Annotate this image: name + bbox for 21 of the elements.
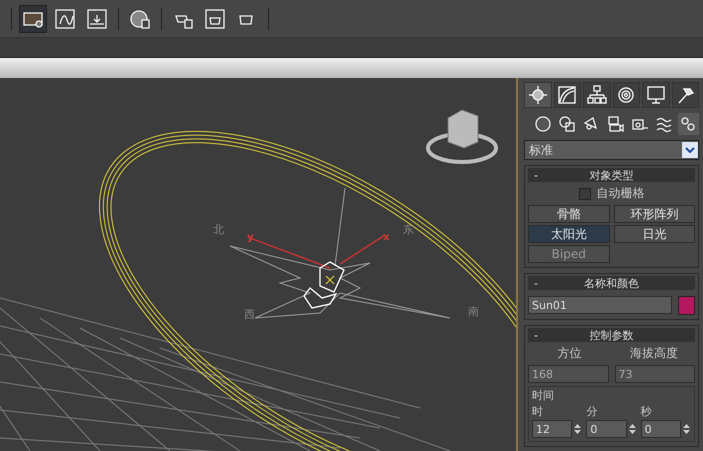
- object-button[interactable]: 骨骼: [528, 205, 610, 223]
- spinner-field[interactable]: 0: [586, 420, 627, 438]
- spinner-field[interactable]: 12: [532, 420, 572, 438]
- checkbox-label: 自动栅格: [596, 185, 644, 202]
- rollout-header[interactable]: - 对象类型: [528, 168, 695, 182]
- spinner-label: 秒: [640, 404, 653, 419]
- rollout-header[interactable]: - 控制参数: [528, 328, 695, 342]
- azimuth-field[interactable]: 168: [528, 365, 608, 383]
- object-button[interactable]: 太阳光: [528, 225, 610, 243]
- field-label: 方位: [556, 345, 582, 362]
- object-button[interactable]: 环形阵列: [614, 205, 695, 223]
- spinner-field[interactable]: 0: [640, 420, 681, 438]
- object-button[interactable]: 日光: [614, 225, 695, 243]
- altitude-field[interactable]: 73: [614, 365, 695, 383]
- name-field[interactable]: Sun01: [528, 296, 672, 314]
- spinner-label: 时: [532, 404, 544, 419]
- field-label: 海拔高度: [628, 345, 679, 362]
- category-dropdown[interactable]: 标准: [524, 140, 699, 160]
- group-title: 时间: [532, 388, 555, 403]
- spinner-label: 分: [586, 404, 598, 419]
- rollout-header[interactable]: - 名称和颜色: [528, 276, 695, 290]
